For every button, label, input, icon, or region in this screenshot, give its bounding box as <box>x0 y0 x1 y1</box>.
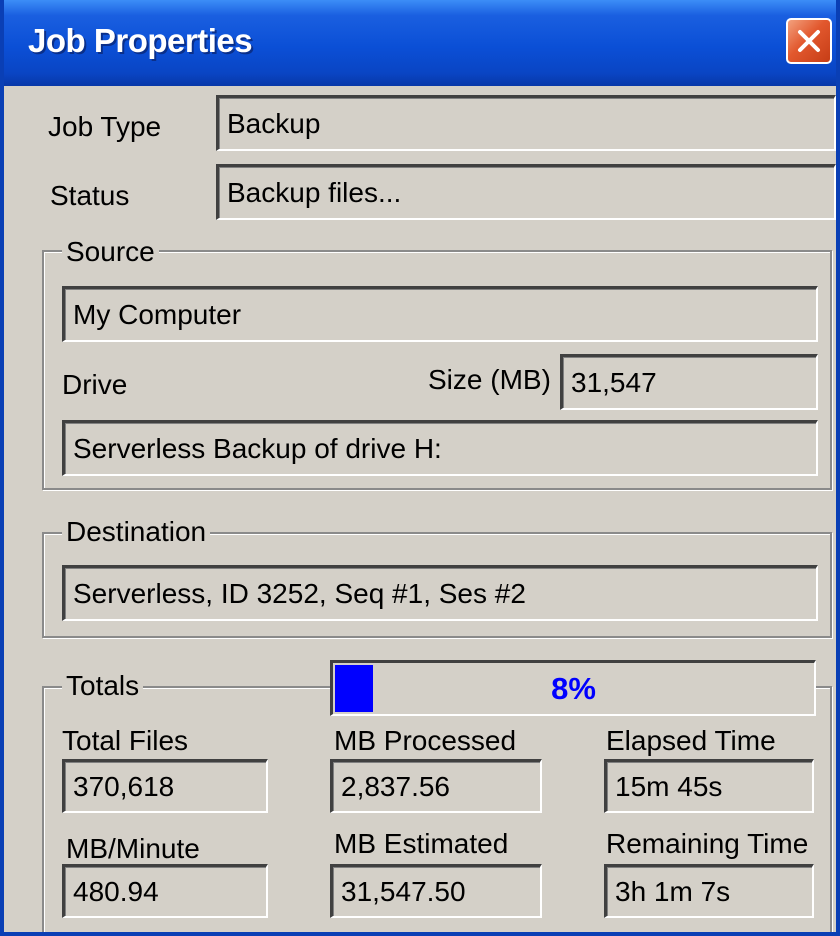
elapsed-time-label: Elapsed Time <box>606 725 776 756</box>
mb-processed-label: MB Processed <box>334 725 517 756</box>
mb-estimated-field: 31,547.50 <box>330 864 542 918</box>
source-group-title: Source <box>62 236 159 268</box>
total-files-label: Total Files <box>62 725 189 756</box>
mb-processed-field: 2,837.56 <box>330 759 542 813</box>
drive-field: Serverless Backup of drive H: <box>62 420 818 476</box>
destination-field: Serverless, ID 3252, Seq #1, Ses #2 <box>62 565 818 621</box>
totals-group-title: Totals <box>62 670 144 702</box>
progress-percent: 8% <box>551 670 596 706</box>
destination-group-title: Destination <box>62 516 211 548</box>
drive-label: Drive <box>62 369 128 400</box>
close-button[interactable] <box>786 18 832 64</box>
close-icon <box>798 30 820 52</box>
job-properties-window: Job Properties Job Type Backup Status Ba… <box>0 0 840 936</box>
status-label: Status <box>50 180 130 211</box>
window-title: Job Properties <box>28 22 253 59</box>
job-type-label: Job Type <box>48 111 162 142</box>
status-field: Backup files... <box>216 164 836 220</box>
mb-per-minute-label: MB/Minute <box>66 833 200 864</box>
remaining-time-label: Remaining Time <box>606 828 809 859</box>
mb-per-minute-field: 480.94 <box>62 864 268 918</box>
mb-estimated-label: MB Estimated <box>334 828 509 859</box>
remaining-time-field: 3h 1m 7s <box>604 864 814 918</box>
progress-bar: 8% <box>330 660 816 716</box>
size-mb-field: 31,547 <box>560 354 818 410</box>
title-bar[interactable]: Job Properties <box>4 0 836 86</box>
size-mb-label: Size (MB) <box>428 364 551 395</box>
elapsed-time-field: 15m 45s <box>604 759 814 813</box>
source-computer-field: My Computer <box>62 286 818 342</box>
total-files-field: 370,618 <box>62 759 268 813</box>
job-type-field: Backup <box>216 95 836 151</box>
